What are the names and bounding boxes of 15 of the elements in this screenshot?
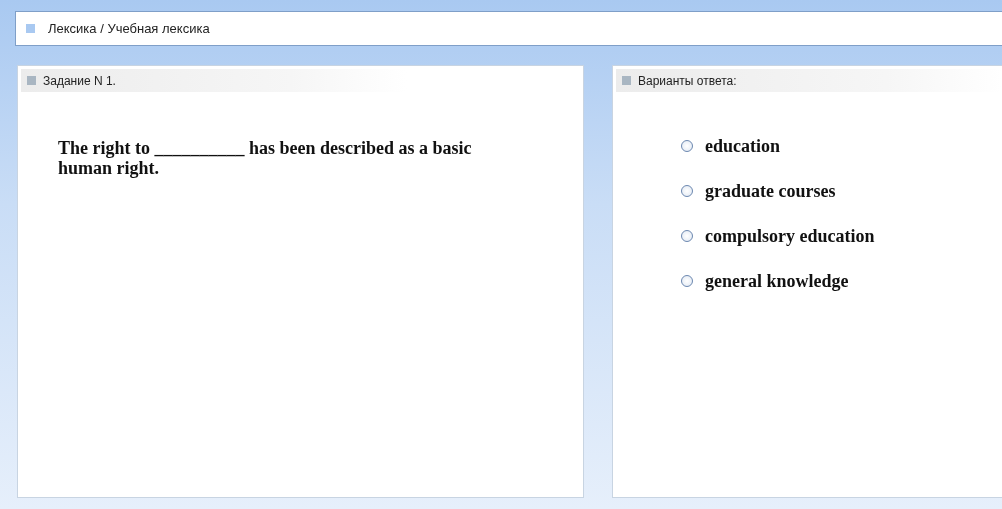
answer-option[interactable]: education — [705, 134, 780, 158]
breadcrumb-text: Лексика / Учебная лексика — [48, 21, 210, 36]
square-icon — [26, 24, 35, 33]
radio-button[interactable] — [681, 140, 693, 152]
radio-button[interactable] — [681, 185, 693, 197]
panel-title: Варианты ответа: — [638, 73, 737, 88]
square-icon — [622, 76, 631, 85]
answer-option[interactable]: compulsory education — [705, 224, 875, 248]
answer-option[interactable]: general knowledge — [705, 269, 849, 293]
radio-button[interactable] — [681, 230, 693, 242]
radio-button[interactable] — [681, 275, 693, 287]
panel-title: Задание N 1. — [43, 73, 116, 88]
answer-option[interactable]: graduate courses — [705, 179, 836, 203]
question-text: The right to __________ has been described as a basic human right. — [58, 138, 473, 178]
square-icon — [27, 76, 36, 85]
